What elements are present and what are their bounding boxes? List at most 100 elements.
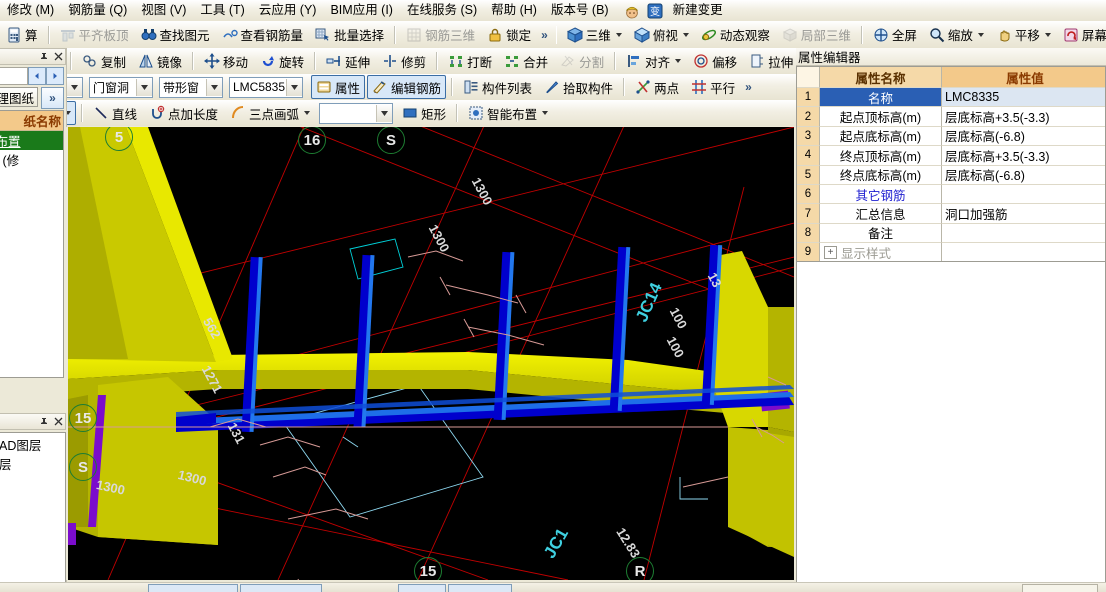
property-value-cell[interactable] [942, 185, 1105, 205]
orbit-button[interactable]: 动态观察 [696, 23, 775, 47]
chevron-down-icon[interactable] [206, 78, 222, 96]
property-row[interactable]: 2 起点顶标高(m) 层底标高+3.5(-3.3) [797, 107, 1105, 127]
menu-item-1[interactable]: 钢筋量 (Q) [61, 1, 134, 20]
chevron-down-icon[interactable] [136, 78, 152, 96]
property-grid[interactable]: 属性名称 属性值 1 名称 LMC8335 2 起点顶标高(m) 层底标高+3.5(-3.3)… [796, 66, 1106, 262]
zoom-button[interactable]: 缩放 [924, 23, 989, 47]
move-button[interactable]: 移动 [199, 49, 253, 73]
chevron-down-icon[interactable] [286, 78, 302, 96]
menu-item-2[interactable]: 视图 (V) [134, 1, 193, 20]
category-combo[interactable]: 门窗洞 [89, 76, 153, 98]
stretch-button[interactable]: 拉伸 [744, 49, 798, 73]
top-view-button[interactable]: 俯视 [629, 23, 694, 47]
bottom-tool-4[interactable] [448, 584, 512, 592]
model-3d-viewport[interactable]: Z Y 1300130056212711311300130010010012.8… [68, 127, 794, 580]
property-value-cell[interactable] [942, 243, 1105, 261]
property-value-cell[interactable] [942, 224, 1105, 244]
chevron-down-icon[interactable] [977, 32, 984, 37]
property-value-cell[interactable]: LMC8335 [942, 88, 1105, 108]
cube-button[interactable]: 三维 [562, 23, 627, 47]
nav-prev-icon[interactable] [28, 67, 46, 85]
property-value-cell[interactable]: 层底标高+3.5(-3.3) [942, 146, 1105, 166]
chevron-down-icon[interactable] [304, 111, 311, 115]
property-row[interactable]: 1 名称 LMC8335 [797, 88, 1105, 108]
rectangle-button[interactable]: 矩形 [397, 101, 451, 125]
two-point-button[interactable]: 两点 [630, 75, 684, 99]
property-row[interactable]: 6 其它钢筋 [797, 184, 1105, 205]
menu-item-6[interactable]: 在线服务 (S) [400, 1, 484, 20]
three-point-arc-button[interactable]: 三点画弧 [225, 101, 315, 125]
property-value-cell[interactable]: 层底标高(-6.8) [942, 127, 1105, 147]
pan-button[interactable]: 平移 [991, 23, 1056, 47]
menu-item-8[interactable]: 版本号 (B) [544, 1, 616, 20]
bottom-tool-2[interactable] [240, 584, 322, 592]
bottom-tool-3[interactable] [398, 584, 446, 592]
view-rebar-button[interactable]: 查看钢筋量 [217, 23, 309, 47]
property-row[interactable]: 8 备注 [797, 223, 1105, 244]
main-toolbar-overflow[interactable]: » [537, 28, 552, 42]
screen-rotate-button[interactable]: 屏幕旋转 [1058, 23, 1106, 47]
chevron-down-icon[interactable] [615, 32, 622, 37]
trim-button[interactable]: 修剪 [377, 49, 431, 73]
merge-button[interactable]: 合并 [499, 49, 553, 73]
lock-button[interactable]: 锁定 [482, 23, 536, 47]
point-length-button[interactable]: 点加长度 [144, 101, 223, 125]
user-avatar-icon[interactable] [624, 3, 640, 19]
copy-button[interactable]: 复制 [77, 49, 131, 73]
chevron-down-icon[interactable] [682, 32, 689, 37]
menu-item-3[interactable]: 工具 (T) [193, 1, 251, 20]
expand-plus-icon[interactable]: + [824, 245, 837, 259]
chevron-down-icon[interactable] [675, 59, 682, 63]
batch-select-button[interactable]: 批量选择 [310, 23, 389, 47]
draw-blank-combo[interactable] [319, 102, 394, 124]
align-button[interactable]: 对齐 [621, 49, 686, 73]
close-icon[interactable] [51, 415, 65, 429]
component-list-button[interactable]: 构件列表 [458, 75, 537, 99]
rotate-button[interactable]: 旋转 [255, 49, 309, 73]
menu-item-4[interactable]: 云应用 (Y) [252, 1, 324, 20]
smart-layout-button[interactable]: 智能布置 [463, 101, 553, 125]
chevron-down-icon[interactable] [66, 78, 82, 96]
drawing-list-item[interactable]: 02 (基础布置 [0, 131, 63, 150]
close-icon[interactable] [51, 50, 65, 64]
pin-icon[interactable] [37, 415, 51, 429]
properties-button[interactable]: 属性 [311, 75, 366, 99]
bottom-tool-5[interactable] [1022, 584, 1098, 592]
component-toolbar-overflow[interactable]: » [741, 80, 756, 94]
pin-icon[interactable] [37, 50, 51, 64]
new-change-label[interactable]: 新建变更 [666, 1, 730, 20]
binoculars-button[interactable]: 查找图元 [136, 23, 215, 47]
bottom-tool-1[interactable] [148, 584, 238, 592]
property-row[interactable]: 5 终点底标高(m) 层底标高(-6.8) [797, 165, 1105, 185]
extend-button[interactable]: 延伸 [321, 49, 375, 73]
drawing-list[interactable]: 纸名称 02 (基础布置向施工图 (修 [0, 110, 64, 378]
property-value-cell[interactable]: 层底标高(-6.8) [942, 166, 1105, 185]
drawings-tab-overflow[interactable]: » [41, 87, 64, 109]
tab-manage-drawings[interactable]: 理图纸 [0, 87, 38, 107]
pick-component-button[interactable]: 拾取构件 [539, 75, 618, 99]
menu-item-0[interactable]: 修改 (M) [0, 1, 61, 20]
property-row[interactable]: 3 起点底标高(m) 层底标高(-6.8) [797, 126, 1105, 147]
property-value-cell[interactable]: 层底标高+3.5(-3.3) [942, 107, 1105, 127]
nav-next-icon[interactable] [46, 67, 64, 85]
chevron-down-icon[interactable] [376, 104, 393, 122]
new-change-icon[interactable]: 变 [647, 3, 663, 19]
element-combo[interactable]: LMC5835 [229, 76, 303, 98]
chevron-down-icon[interactable] [542, 111, 549, 115]
line-button[interactable]: 直线 [88, 101, 142, 125]
type-combo[interactable]: 带形窗 [159, 76, 223, 98]
property-row[interactable]: 9 + 显示样式 [797, 243, 1105, 261]
property-row[interactable]: 7 汇总信息 洞口加强筋 [797, 204, 1105, 224]
offset-button[interactable]: 偏移 [688, 49, 742, 73]
menu-item-7[interactable]: 帮助 (H) [484, 1, 544, 20]
mirror-button[interactable]: 镜像 [133, 49, 187, 73]
menu-item-5[interactable]: BIM应用 (I) [323, 1, 400, 20]
drawing-list-item[interactable]: 向施工图 (修 [0, 150, 63, 169]
edit-rebar-button[interactable]: 编辑钢筋 [367, 75, 447, 99]
fullscreen-button[interactable]: 全屏 [868, 23, 922, 47]
chevron-down-icon[interactable] [1044, 32, 1051, 37]
break-button[interactable]: 打断 [443, 49, 497, 73]
parallel-button[interactable]: 平行 [686, 75, 740, 99]
property-row[interactable]: 4 终点顶标高(m) 层底标高+3.5(-3.3) [797, 146, 1105, 166]
calc-button[interactable]: 算 [1, 23, 43, 47]
